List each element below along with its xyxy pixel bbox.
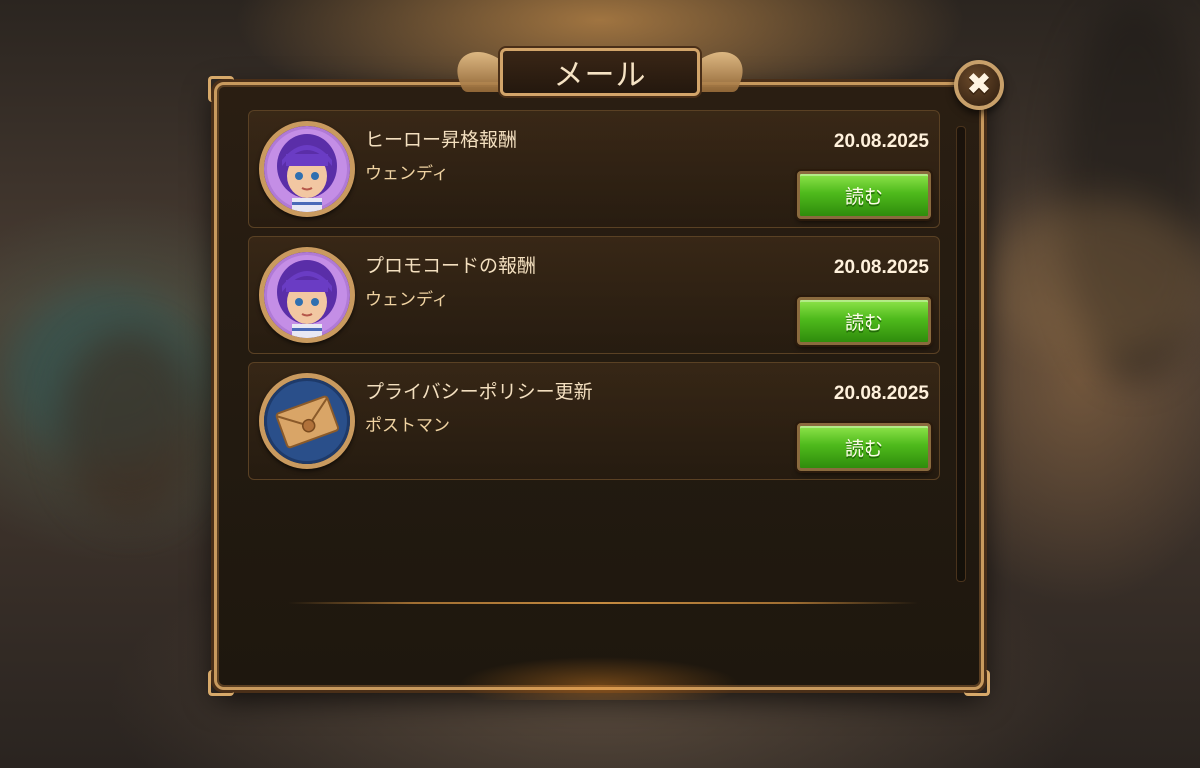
mail-date: 20.08.2025 <box>833 383 929 404</box>
hero-avatar-icon <box>259 121 355 217</box>
mail-title: プロモコードの報酬 <box>365 255 537 277</box>
mail-item[interactable]: プロモコードの報酬 ウェンディ 20.08.2025 読む <box>248 236 940 354</box>
envelope-icon <box>259 373 355 469</box>
read-button-label: 読む <box>844 437 883 460</box>
background-wood <box>60 330 200 520</box>
mail-date: 20.08.2025 <box>833 257 929 278</box>
mail-sender: ウェンディ <box>365 164 449 184</box>
read-button[interactable]: 読む <box>797 423 931 471</box>
divider <box>288 602 918 604</box>
hero-avatar-icon <box>259 247 355 343</box>
game-scene: メール ✖ ヒーロー昇格報酬 ウェンディ 20.08.2025 読む プロモコー… <box>0 0 1200 768</box>
mail-list: ヒーロー昇格報酬 ウェンディ 20.08.2025 読む プロモコードの報酬 ウ… <box>248 110 940 488</box>
read-button-label: 読む <box>844 311 883 334</box>
close-icon: ✖ <box>966 67 992 102</box>
mail-sender: ウェンディ <box>365 290 449 310</box>
window-title: メール <box>553 58 647 93</box>
title-plate: メール <box>448 44 752 100</box>
panel-corner-ornament <box>208 76 234 102</box>
mail-date: 20.08.2025 <box>833 131 929 152</box>
mail-item[interactable]: プライバシーポリシー更新 ポストマン 20.08.2025 読む <box>248 362 940 480</box>
title-box: メール <box>500 48 700 96</box>
close-button[interactable]: ✖ <box>954 60 1004 110</box>
mail-title: プライバシーポリシー更新 <box>365 381 593 403</box>
scrollbar[interactable] <box>956 126 966 582</box>
read-button[interactable]: 読む <box>797 171 931 219</box>
read-button[interactable]: 読む <box>797 297 931 345</box>
mail-item[interactable]: ヒーロー昇格報酬 ウェンディ 20.08.2025 読む <box>248 110 940 228</box>
panel-corner-ornament <box>964 670 990 696</box>
mail-title: ヒーロー昇格報酬 <box>365 129 518 151</box>
mail-sender: ポストマン <box>365 416 450 436</box>
panel-corner-ornament <box>208 670 234 696</box>
background-roof <box>990 200 1200 360</box>
read-button-label: 読む <box>844 185 883 208</box>
